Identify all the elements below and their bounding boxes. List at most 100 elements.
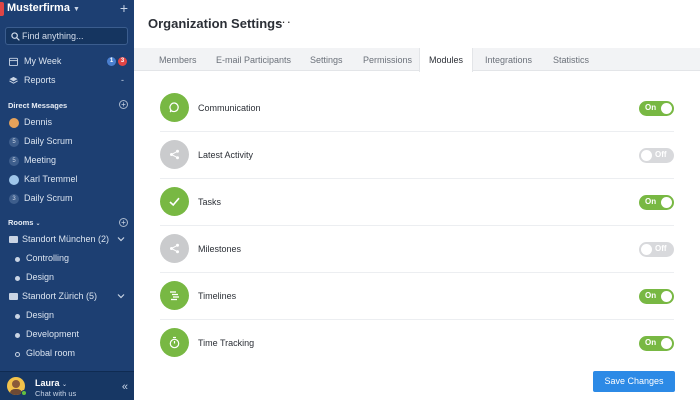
group-count-avatar: 5 <box>9 137 19 147</box>
dm-item-meeting[interactable]: 5 Meeting <box>0 152 134 170</box>
room-label: Development <box>26 329 80 339</box>
room-label: Standort München (2) <box>22 234 110 244</box>
collapse-sidebar-icon[interactable]: « <box>122 381 128 393</box>
org-switcher[interactable]: Musterfirma ▼ <box>7 2 80 14</box>
chevron-down-icon: ⌄ <box>35 221 41 227</box>
search-input[interactable]: Find anything... <box>5 27 128 45</box>
user-name: Laura ⌄ <box>35 378 67 388</box>
toggle-label: On <box>645 197 657 206</box>
user-status: Chat with us <box>35 389 77 398</box>
room-dot-icon <box>15 257 20 262</box>
room-dot-icon <box>15 333 20 338</box>
toggle-label: Off <box>655 244 667 253</box>
alert-badge: 3 <box>118 57 127 66</box>
room-label: Design <box>26 310 55 320</box>
chevron-down-icon[interactable] <box>117 292 125 300</box>
group-count-avatar: 5 <box>9 156 19 166</box>
tab-modules[interactable]: Modules <box>419 48 473 72</box>
toggle-knob <box>661 338 672 349</box>
dm-item-daily-scrum[interactable]: 5 Daily Scrum <box>0 133 134 151</box>
sidebar-header: Musterfirma ▼ + <box>0 0 134 20</box>
sidebar-item-reports[interactable]: Reports - <box>0 72 134 90</box>
module-label: Communication <box>198 103 261 113</box>
folder-icon <box>9 236 18 243</box>
rooms-title-label: Rooms <box>8 218 34 227</box>
online-status-icon <box>21 390 27 396</box>
save-changes-button[interactable]: Save Changes <box>593 371 675 392</box>
calendar-icon <box>9 57 18 66</box>
room-item-design[interactable]: Design <box>0 269 134 287</box>
search-placeholder: Find anything... <box>22 31 84 41</box>
tab-bar: Members E-mail Participants Settings Per… <box>134 48 700 72</box>
module-icon-badge <box>160 187 189 216</box>
room-item-design-2[interactable]: Design <box>0 307 134 325</box>
module-label: Milestones <box>198 244 242 254</box>
checkmark-icon <box>169 197 180 207</box>
toggle-label: On <box>645 103 657 112</box>
module-toggle[interactable]: On <box>639 289 674 304</box>
tab-members[interactable]: Members <box>159 48 197 71</box>
module-label: Tasks <box>198 197 222 207</box>
tab-integrations[interactable]: Integrations <box>485 48 532 71</box>
direct-messages-title: Direct Messages <box>8 101 68 110</box>
module-label: Latest Activity <box>198 150 254 160</box>
tab-permissions[interactable]: Permissions <box>363 48 412 71</box>
dm-item-dennis[interactable]: Dennis <box>0 114 134 132</box>
toggle-label: Off <box>655 150 667 159</box>
dm-label: Karl Tremmel <box>24 174 78 184</box>
user-name-label: Laura <box>35 378 60 388</box>
chevron-down-icon[interactable] <box>117 235 125 243</box>
minus-icon: - <box>121 75 124 85</box>
add-icon[interactable]: + <box>120 0 128 16</box>
user-footer[interactable]: Laura ⌄ Chat with us « <box>0 371 134 400</box>
group-count-avatar: 3 <box>9 194 19 204</box>
dm-item-daily-scrum-2[interactable]: 3 Daily Scrum <box>0 190 134 208</box>
room-item-controlling[interactable]: Controlling <box>0 250 134 268</box>
toggle-knob <box>661 103 672 114</box>
room-folder-muenchen[interactable]: Standort München (2) <box>0 231 134 249</box>
sidebar: Musterfirma ▼ + Find anything... My Week … <box>0 0 134 400</box>
sidebar-item-my-week[interactable]: My Week 1 3 <box>0 53 134 71</box>
module-row-tasks: Tasks On <box>160 179 674 226</box>
toggle-label: On <box>645 291 657 300</box>
org-name: Musterfirma <box>7 2 70 14</box>
module-row-communication: Communication On <box>160 85 674 132</box>
module-row-time-tracking: Time Tracking On <box>160 320 674 367</box>
room-ring-icon <box>15 352 20 357</box>
module-toggle[interactable]: On <box>639 101 674 116</box>
module-toggle[interactable]: On <box>639 336 674 351</box>
rooms-title[interactable]: Rooms ⌄ <box>8 218 41 227</box>
toggle-knob <box>641 244 652 255</box>
search-icon <box>11 32 20 41</box>
toggle-knob <box>661 291 672 302</box>
dm-item-karl-tremmel[interactable]: Karl Tremmel <box>0 171 134 189</box>
add-room-icon[interactable]: + <box>119 218 128 227</box>
more-options-icon[interactable]: ··· <box>276 14 292 29</box>
chat-bubble-icon <box>169 102 179 113</box>
module-toggle[interactable]: Off <box>639 242 674 257</box>
add-direct-message-icon[interactable]: + <box>119 100 128 109</box>
module-label: Time Tracking <box>198 338 255 348</box>
room-item-global-room[interactable]: Global room <box>0 345 134 363</box>
room-folder-zuerich[interactable]: Standort Zürich (5) <box>0 288 134 306</box>
dm-label: Daily Scrum <box>24 136 73 146</box>
count-badge: 1 <box>107 57 116 66</box>
dm-label: Meeting <box>24 155 57 165</box>
page-title: Organization Settings <box>148 16 283 31</box>
module-icon-badge <box>160 234 189 263</box>
module-row-milestones: Milestones Off <box>160 226 674 273</box>
chevron-down-icon: ⌄ <box>62 382 68 388</box>
room-item-development[interactable]: Development <box>0 326 134 344</box>
module-icon-badge <box>160 328 189 357</box>
module-toggle[interactable]: On <box>639 195 674 210</box>
sidebar-item-label: My Week <box>24 56 62 66</box>
tab-settings[interactable]: Settings <box>310 48 343 71</box>
avatar <box>9 118 19 128</box>
avatar <box>9 175 19 185</box>
tab-statistics[interactable]: Statistics <box>553 48 589 71</box>
tab-email-participants[interactable]: E-mail Participants <box>216 48 291 71</box>
module-label: Timelines <box>198 291 237 301</box>
sidebar-item-label: Reports <box>24 75 56 85</box>
module-icon-badge <box>160 140 189 169</box>
module-toggle[interactable]: Off <box>639 148 674 163</box>
